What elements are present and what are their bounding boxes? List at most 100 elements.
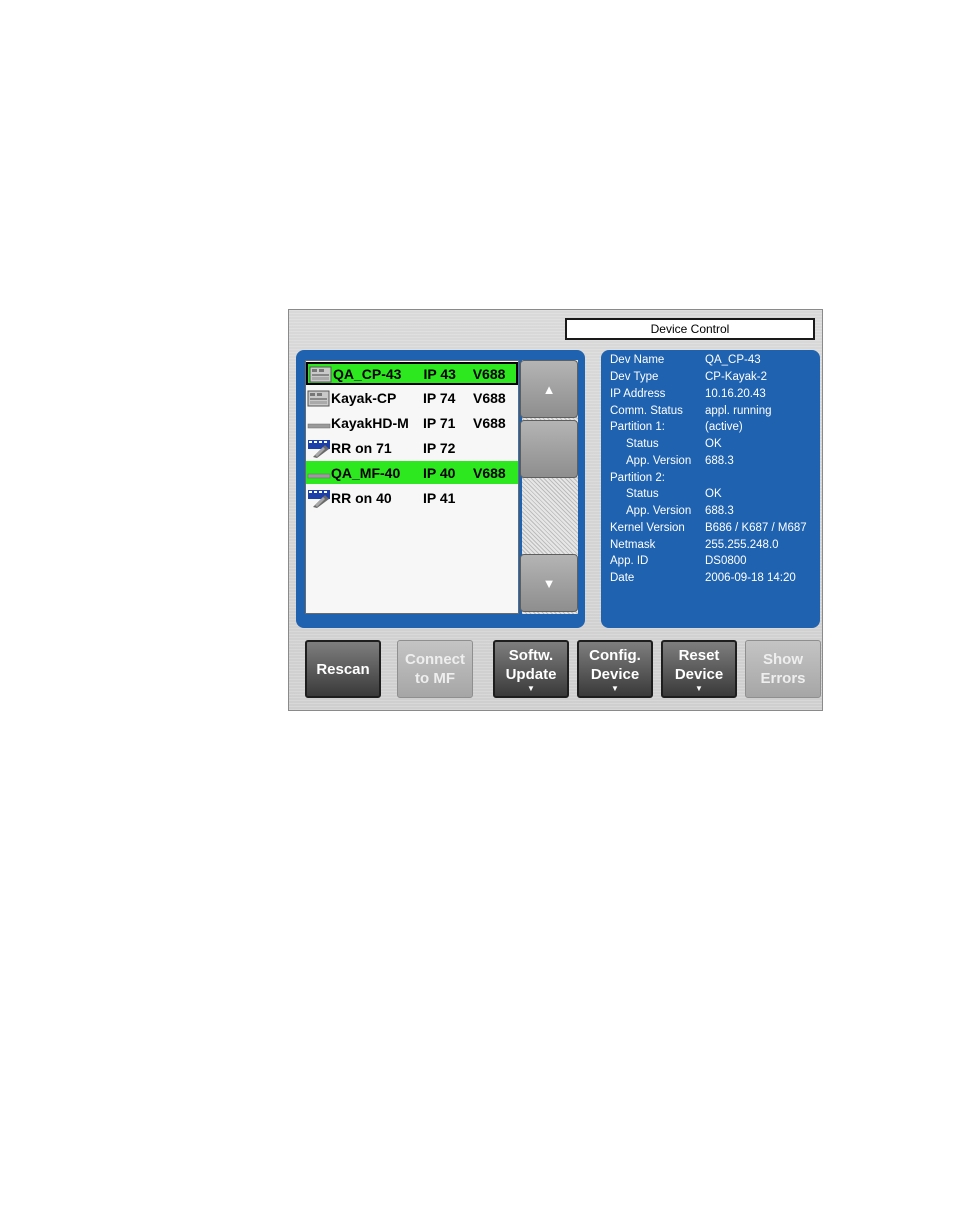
button-label: Reset: [678, 646, 720, 664]
info-value: 255.255.248.0: [705, 539, 779, 551]
info-value: B686 / K687 / M687: [705, 522, 807, 534]
device-ip: IP 43: [423, 365, 456, 382]
device-name: QA_CP-43: [333, 365, 402, 382]
software-update-button[interactable]: Softw. Update ▼: [493, 640, 569, 698]
info-label: Partition 2:: [610, 472, 665, 484]
device-name: Kayak-CP: [331, 389, 397, 406]
info-value: 2006-09-18 14:20: [705, 572, 796, 584]
info-netmask: Netmask 255.255.248.0: [610, 539, 779, 555]
info-dev-type: Dev Type CP-Kayak-2: [610, 371, 767, 387]
button-label: Softw.: [508, 646, 554, 664]
device-name: QA_MF-40: [331, 464, 401, 481]
info-value: (active): [705, 421, 743, 433]
arrow-up-icon: ▲: [542, 381, 556, 397]
window-title: Device Control: [565, 318, 815, 340]
connect-to-mf-button[interactable]: Connect to MF: [397, 640, 473, 698]
scroll-thumb[interactable]: [520, 420, 578, 478]
button-label: Show: [763, 651, 803, 668]
remote-router-icon: [307, 488, 331, 508]
info-label: App. Version: [626, 455, 692, 467]
device-ip: IP 41: [423, 489, 456, 506]
button-label: to MF: [415, 670, 455, 687]
device-info-panel: Dev Name QA_CP-43 Dev Type CP-Kayak-2 IP A…: [601, 350, 820, 628]
button-label: Connect: [405, 651, 465, 668]
caret-down-icon: ▼: [527, 683, 535, 693]
scroll-down-button[interactable]: ▼: [520, 554, 578, 612]
info-label: Dev Name: [610, 354, 665, 366]
info-value: appl. running: [705, 405, 772, 417]
device-row[interactable]: RR on 71 IP 72: [306, 436, 518, 459]
device-version: V688: [472, 365, 506, 382]
mainframe-icon: [307, 413, 331, 433]
device-ip: IP 40: [423, 464, 456, 481]
info-label: App. Version: [626, 505, 692, 517]
info-label: Date: [610, 572, 635, 584]
arrow-down-icon: ▼: [542, 575, 556, 591]
show-errors-button[interactable]: Show Errors: [745, 640, 821, 698]
info-partition-2-status: Status OK: [610, 488, 722, 504]
control-panel-icon: [307, 388, 331, 408]
info-value: DS0800: [705, 555, 747, 567]
device-version: V688: [473, 389, 506, 406]
info-value: OK: [705, 488, 722, 500]
info-value: 688.3: [705, 505, 734, 517]
device-name: RR on 71: [331, 439, 392, 456]
info-label: IP Address: [610, 388, 666, 400]
info-value: CP-Kayak-2: [705, 371, 767, 383]
button-label: Config.: [589, 646, 641, 664]
info-dev-name: Dev Name QA_CP-43: [610, 354, 761, 370]
info-comm-status: Comm. Status appl. running: [610, 405, 772, 421]
button-label: Update: [505, 665, 557, 683]
device-version: V688: [473, 414, 506, 431]
info-label: Comm. Status: [610, 405, 683, 417]
info-label: Netmask: [610, 539, 656, 551]
list-scrollbar[interactable]: ▲ ▼: [520, 360, 580, 614]
info-ip-address: IP Address 10.16.20.43: [610, 388, 766, 404]
info-partition-1-status: Status OK: [610, 438, 722, 454]
info-value: OK: [705, 438, 722, 450]
info-label: Status: [626, 438, 659, 450]
button-label: Rescan: [316, 660, 370, 678]
info-kernel-version: Kernel Version B686 / K687 / M687: [610, 522, 807, 538]
device-list[interactable]: QA_CP-43 IP 43 V688 Kayak-CP IP 74 V688 …: [305, 360, 519, 614]
config-device-button[interactable]: Config. Device ▼: [577, 640, 653, 698]
device-version: V688: [473, 464, 506, 481]
info-value: QA_CP-43: [705, 354, 761, 366]
device-ip: IP 72: [423, 439, 456, 456]
remote-router-icon: [307, 438, 331, 458]
device-name: KayakHD-M: [331, 414, 409, 431]
device-list-panel: QA_CP-43 IP 43 V688 Kayak-CP IP 74 V688 …: [296, 350, 585, 628]
device-row[interactable]: QA_CP-43 IP 43 V688: [306, 362, 518, 385]
info-partition-2: Partition 2:: [610, 472, 705, 488]
info-value: 688.3: [705, 455, 734, 467]
control-panel-icon: [309, 364, 333, 384]
button-label: Device: [590, 665, 640, 683]
button-label: Errors: [760, 670, 806, 687]
device-ip: IP 71: [423, 414, 456, 431]
info-app-id: App. ID DS0800: [610, 555, 747, 571]
rescan-button[interactable]: Rescan: [305, 640, 381, 698]
device-ip: IP 74: [423, 389, 456, 406]
device-row[interactable]: KayakHD-M IP 71 V688: [306, 411, 518, 434]
reset-device-button[interactable]: Reset Device ▼: [661, 640, 737, 698]
caret-down-icon: ▼: [695, 683, 703, 693]
info-partition-1-version: App. Version 688.3: [610, 455, 734, 471]
info-label: Dev Type: [610, 371, 659, 383]
device-name: RR on 40: [331, 489, 392, 506]
info-label: App. ID: [610, 555, 649, 567]
info-value: 10.16.20.43: [705, 388, 766, 400]
info-label: Kernel Version: [610, 522, 685, 534]
device-row[interactable]: Kayak-CP IP 74 V688: [306, 386, 518, 409]
info-partition-1: Partition 1: (active): [610, 421, 743, 437]
info-partition-2-version: App. Version 688.3: [610, 505, 734, 521]
device-row[interactable]: RR on 40 IP 41: [306, 486, 518, 509]
button-label: Device: [674, 665, 724, 683]
info-date: Date 2006-09-18 14:20: [610, 572, 796, 588]
scroll-up-button[interactable]: ▲: [520, 360, 578, 418]
caret-down-icon: ▼: [611, 683, 619, 693]
device-row[interactable]: QA_MF-40 IP 40 V688: [306, 461, 518, 484]
device-control-screen: Device Control QA_CP-43 IP 43 V688 Kayak…: [288, 309, 823, 711]
mainframe-icon: [307, 463, 331, 483]
info-label: Partition 1:: [610, 421, 665, 433]
info-label: Status: [626, 488, 659, 500]
